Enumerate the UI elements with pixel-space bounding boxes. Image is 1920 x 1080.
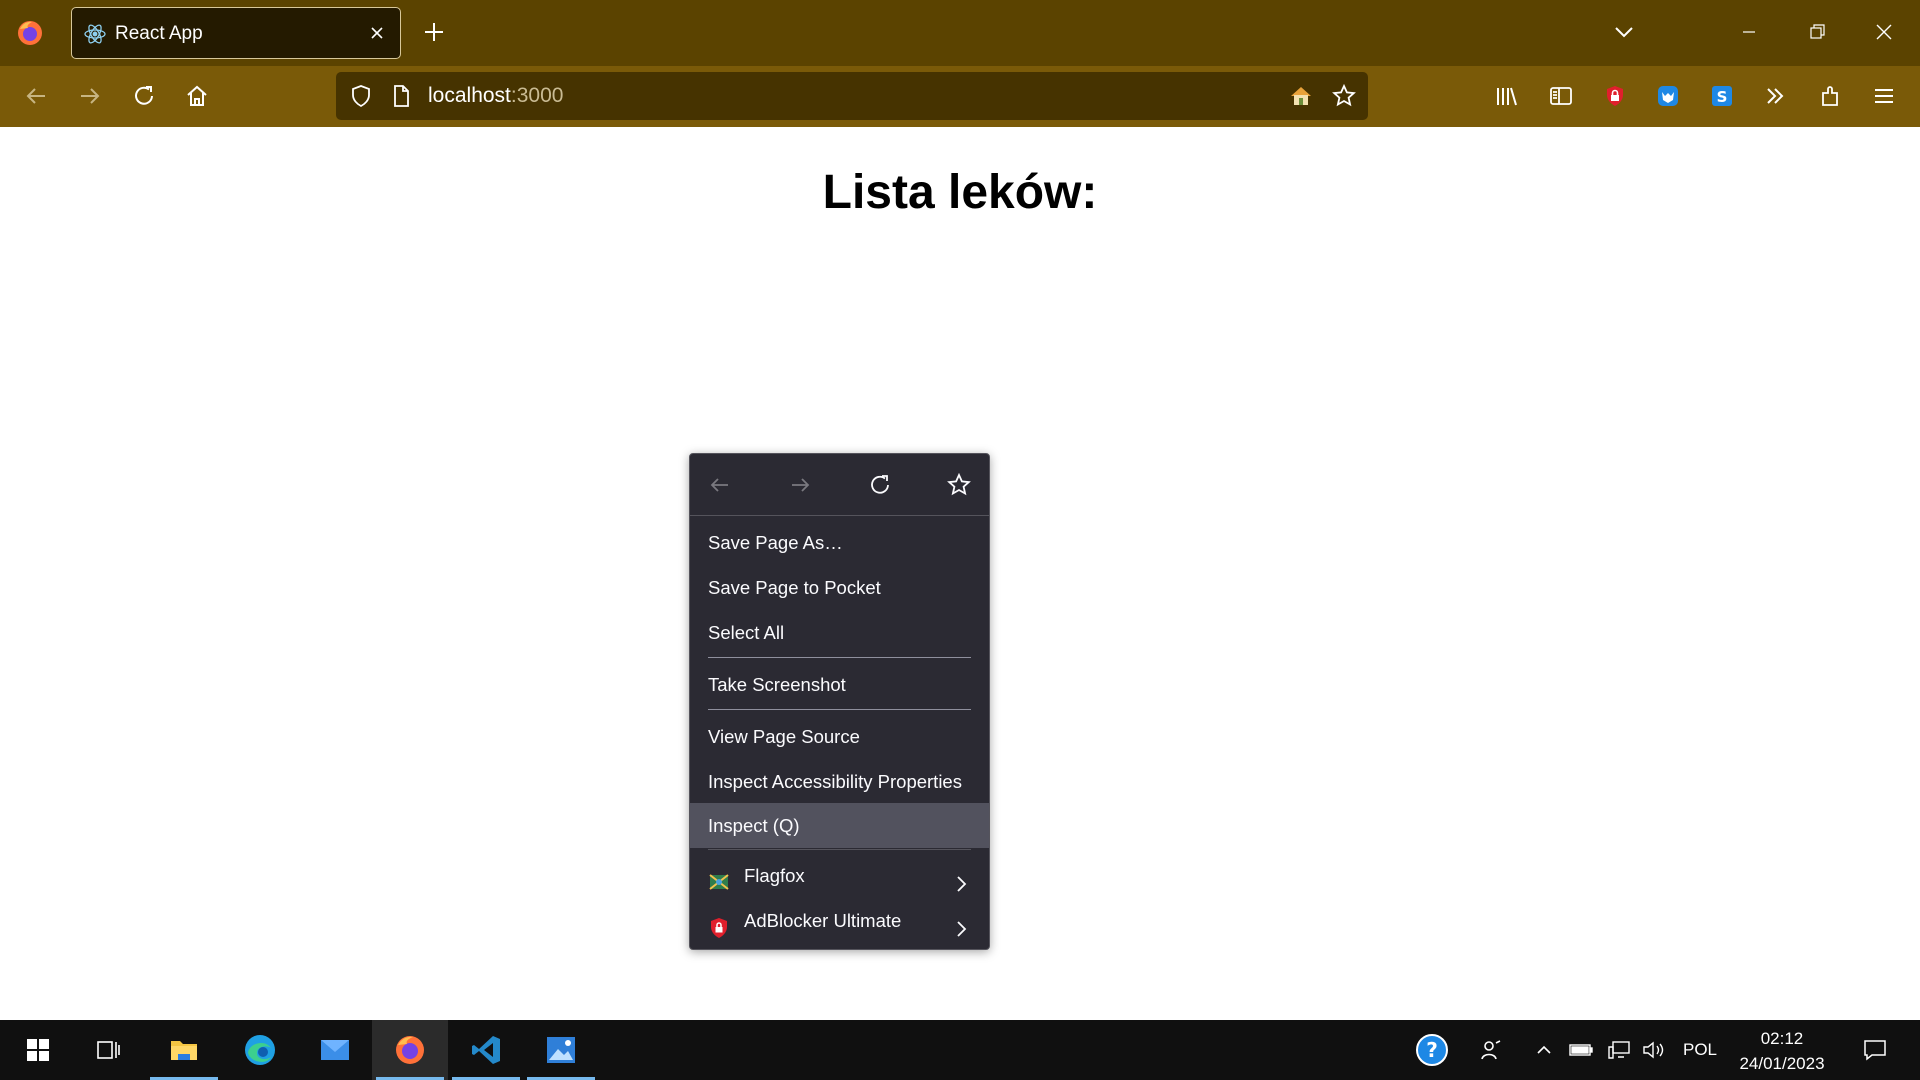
menu-separator xyxy=(708,709,971,710)
ctx-back-icon[interactable] xyxy=(706,471,734,499)
firefox-taskbar-icon[interactable] xyxy=(372,1020,448,1080)
shield-icon[interactable] xyxy=(348,83,374,109)
extensions-puzzle-icon[interactable] xyxy=(1816,81,1846,111)
home-page-icon[interactable] xyxy=(1288,83,1314,109)
tab-react-app[interactable]: React App xyxy=(71,7,401,59)
url-port: :3000 xyxy=(510,84,564,107)
menu-item-inspect[interactable]: Inspect (Q) xyxy=(690,803,989,848)
chevron-right-icon xyxy=(951,865,971,892)
context-menu: Save Page As… Save Page to Pocket Select… xyxy=(689,453,990,950)
people-icon[interactable] xyxy=(1476,1020,1506,1080)
chevron-right-icon xyxy=(951,910,971,937)
context-menu-nav xyxy=(690,454,989,516)
url-host: localhost xyxy=(428,84,511,107)
menu-item-take-screenshot[interactable]: Take Screenshot xyxy=(690,662,989,707)
svg-text:S: S xyxy=(1717,88,1728,106)
menu-item-save-to-pocket[interactable]: Save Page to Pocket xyxy=(690,565,989,610)
sidebar-icon[interactable] xyxy=(1546,81,1576,111)
menu-item-save-page-as[interactable]: Save Page As… xyxy=(690,520,989,565)
mail-icon[interactable] xyxy=(297,1020,373,1080)
vscode-icon[interactable] xyxy=(448,1020,524,1080)
flagfox-label: Flagfox xyxy=(744,865,805,886)
tab-strip: React App xyxy=(0,0,1920,66)
edge-browser-icon[interactable] xyxy=(222,1020,298,1080)
notification-center-icon[interactable] xyxy=(1855,1020,1895,1080)
s-extension-icon[interactable]: S xyxy=(1707,81,1737,111)
overflow-chevrons-icon[interactable] xyxy=(1760,81,1790,111)
windows-taskbar: ? POL 02:12 24/01/2023 xyxy=(0,1020,1920,1080)
ctx-forward-icon[interactable] xyxy=(786,471,814,499)
react-logo-icon xyxy=(84,23,106,45)
battery-icon[interactable] xyxy=(1568,1020,1594,1080)
home-icon[interactable] xyxy=(182,81,212,111)
forward-arrow-icon[interactable] xyxy=(75,81,105,111)
photos-icon[interactable] xyxy=(523,1020,599,1080)
adblocker-label: AdBlocker Ultimate xyxy=(744,910,902,931)
fox-extension-icon[interactable] xyxy=(1653,81,1683,111)
close-tab-icon[interactable] xyxy=(366,22,388,44)
flagfox-icon xyxy=(708,865,730,890)
new-tab-icon[interactable] xyxy=(420,18,448,46)
help-icon[interactable]: ? xyxy=(1412,1020,1452,1080)
menu-item-inspect-accessibility[interactable]: Inspect Accessibility Properties xyxy=(690,759,989,804)
minimize-icon[interactable] xyxy=(1735,18,1763,46)
menu-item-adblocker-ultimate[interactable]: AdBlocker Ultimate xyxy=(690,898,989,943)
restore-icon[interactable] xyxy=(1803,18,1831,46)
menu-item-flagfox[interactable]: Flagfox xyxy=(690,853,989,898)
svg-text:?: ? xyxy=(1426,1038,1438,1062)
system-clock[interactable]: 02:12 24/01/2023 xyxy=(1730,1026,1834,1076)
clock-date: 24/01/2023 xyxy=(1739,1054,1825,1073)
url-text: localhost:3000 xyxy=(428,84,563,108)
ctx-bookmark-star-icon[interactable] xyxy=(945,471,973,499)
menu-separator xyxy=(708,849,971,850)
network-icon[interactable] xyxy=(1605,1020,1633,1080)
language-indicator[interactable]: POL xyxy=(1680,1020,1720,1080)
menu-item-view-page-source[interactable]: View Page Source xyxy=(690,714,989,759)
task-view-icon[interactable] xyxy=(70,1020,146,1080)
chevron-down-icon[interactable] xyxy=(1610,18,1638,46)
window-close-icon[interactable] xyxy=(1870,18,1898,46)
menu-hamburger-icon[interactable] xyxy=(1869,81,1899,111)
adblocker-extension-icon[interactable] xyxy=(1600,81,1630,111)
back-arrow-icon[interactable] xyxy=(21,81,51,111)
page-title: Lista leków: xyxy=(822,166,1098,219)
windows-start-icon[interactable] xyxy=(0,1020,76,1080)
firefox-logo-icon[interactable] xyxy=(14,17,46,49)
show-hidden-icons-chevron-icon[interactable] xyxy=(1532,1020,1556,1080)
volume-icon[interactable] xyxy=(1640,1020,1668,1080)
library-icon[interactable] xyxy=(1492,81,1522,111)
file-explorer-icon[interactable] xyxy=(146,1020,222,1080)
adblocker-shield-icon xyxy=(708,910,730,938)
navigation-toolbar: localhost:3000 S xyxy=(0,66,1920,127)
tab-title: React App xyxy=(115,23,203,44)
ctx-reload-icon[interactable] xyxy=(866,471,894,499)
page-info-icon[interactable] xyxy=(388,83,414,109)
star-bookmark-icon[interactable] xyxy=(1331,83,1357,109)
menu-item-select-all[interactable]: Select All xyxy=(690,610,989,655)
reload-icon[interactable] xyxy=(129,81,159,111)
menu-separator xyxy=(708,657,971,658)
url-bar[interactable]: localhost:3000 xyxy=(336,72,1368,120)
clock-time: 02:12 xyxy=(1760,1029,1804,1048)
